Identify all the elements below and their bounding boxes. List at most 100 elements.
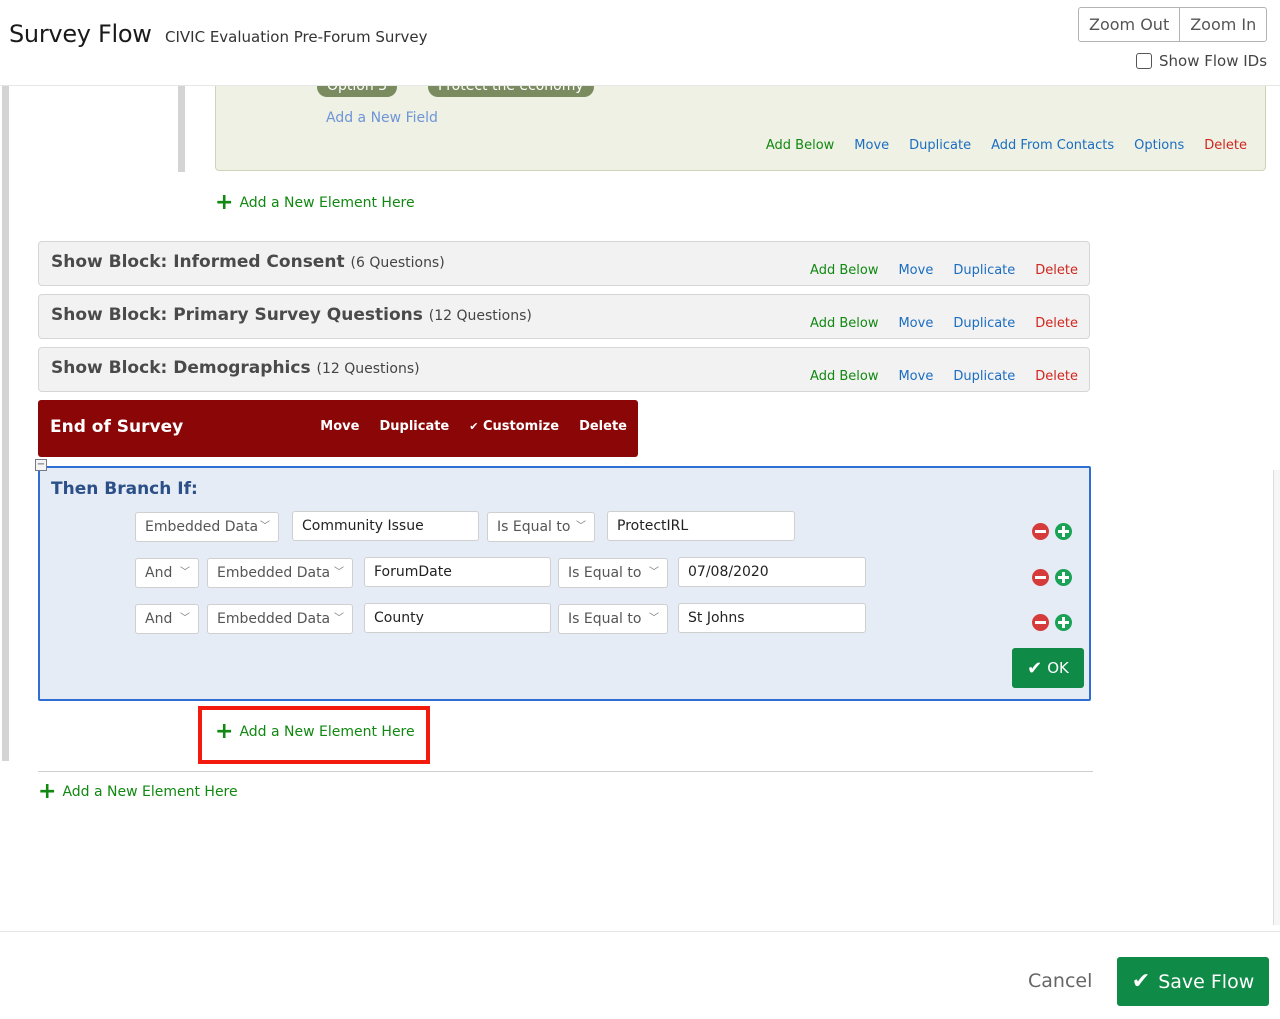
condition-field-input[interactable]: County — [364, 603, 551, 633]
select-value: And — [145, 565, 173, 581]
condition-field-input[interactable]: Community Issue — [292, 511, 479, 541]
delete-link[interactable]: Delete — [1035, 316, 1078, 331]
ok-button[interactable]: ✔ OK — [1012, 648, 1084, 688]
vertical-scrollbar[interactable] — [1273, 470, 1280, 925]
customize-link[interactable]: ✔ Customize — [469, 419, 559, 434]
add-new-element-label: Add a New Element Here — [239, 195, 415, 211]
save-flow-button[interactable]: ✔ Save Flow — [1117, 957, 1269, 1006]
move-link[interactable]: Move — [320, 419, 359, 434]
show-block-informed-consent[interactable]: Show Block: Informed Consent (6 Question… — [38, 241, 1090, 286]
block-question-count: (12 Questions) — [316, 361, 420, 377]
flow-connector-line-inner — [178, 86, 185, 172]
options-link[interactable]: Options — [1134, 138, 1184, 153]
condition-source-select[interactable]: Embedded Data ﹀ — [207, 558, 353, 588]
zoom-in-button[interactable]: Zoom In — [1179, 8, 1266, 41]
block-title: Show Block: Primary Survey Questions — [51, 305, 423, 325]
select-value: Is Equal to — [497, 519, 571, 535]
condition-source-select[interactable]: Embedded Data ﹀ — [207, 604, 353, 634]
block-question-count: (6 Questions) — [350, 255, 445, 271]
add-below-link[interactable]: Add Below — [810, 316, 878, 331]
select-value: Is Equal to — [568, 611, 642, 627]
add-condition-icon[interactable] — [1055, 614, 1072, 631]
chevron-down-icon: ﹀ — [334, 613, 344, 624]
end-of-survey-title: End of Survey — [50, 417, 184, 437]
condition-field-input[interactable]: ForumDate — [364, 557, 551, 587]
page-title: Survey Flow — [9, 20, 152, 48]
move-link[interactable]: Move — [898, 316, 933, 331]
select-value: Is Equal to — [568, 565, 642, 581]
select-value: Embedded Data — [217, 611, 331, 627]
select-value: Embedded Data — [145, 519, 259, 535]
duplicate-link[interactable]: Duplicate — [379, 419, 449, 434]
select-value: Embedded Data — [217, 565, 331, 581]
plus-icon: + — [38, 779, 57, 804]
chevron-down-icon: ﹀ — [649, 567, 659, 578]
block-title: Show Block: Informed Consent — [51, 252, 345, 272]
survey-name: CIVIC Evaluation Pre-Forum Survey — [165, 28, 428, 46]
show-block-demographics[interactable]: Show Block: Demographics (12 Questions) … — [38, 347, 1090, 392]
remove-condition-icon[interactable] — [1032, 569, 1049, 586]
condition-value-input[interactable]: 07/08/2020 — [678, 557, 866, 587]
move-link[interactable]: Move — [898, 263, 933, 278]
embedded-field-name[interactable]: Option 3 — [317, 86, 398, 97]
add-new-element-link[interactable]: + Add a New Element Here — [215, 190, 415, 215]
block-actions: Add Below Move Duplicate Delete — [810, 369, 1078, 384]
embedded-data-actions: Add Below Move Duplicate Add From Contac… — [766, 138, 1247, 153]
end-of-survey-element[interactable]: End of Survey Move Duplicate ✔ Customize… — [38, 400, 638, 457]
equals-sign: = — [406, 86, 417, 92]
delete-link[interactable]: Delete — [1204, 138, 1247, 153]
chevron-down-icon: ﹀ — [180, 567, 190, 578]
delete-link[interactable]: Delete — [1035, 369, 1078, 384]
zoom-controls: Zoom Out Zoom In — [1078, 7, 1268, 42]
add-below-link[interactable]: Add Below — [766, 138, 834, 153]
conjunction-select[interactable]: And ﹀ — [135, 558, 199, 588]
add-new-element-label: Add a New Element Here — [239, 724, 415, 740]
chevron-down-icon: ﹀ — [334, 567, 344, 578]
duplicate-link[interactable]: Duplicate — [953, 263, 1015, 278]
condition-operator-select[interactable]: Is Equal to ﹀ — [487, 512, 595, 542]
show-flow-ids-checkbox[interactable] — [1136, 53, 1152, 69]
show-flow-ids-toggle[interactable]: Show Flow IDs — [1136, 52, 1267, 70]
divider — [38, 771, 1093, 772]
add-condition-icon[interactable] — [1055, 523, 1072, 540]
remove-condition-icon[interactable] — [1032, 523, 1049, 540]
chevron-down-icon: ﹀ — [649, 613, 659, 624]
check-icon: ✔ — [1131, 969, 1151, 994]
flow-canvas: Option 3 = Protect the economy Add a New… — [0, 86, 1280, 931]
add-new-element-label: Add a New Element Here — [62, 784, 238, 800]
add-below-link[interactable]: Add Below — [810, 263, 878, 278]
condition-operator-select[interactable]: Is Equal to ﹀ — [558, 558, 668, 588]
move-link[interactable]: Move — [854, 138, 889, 153]
delete-link[interactable]: Delete — [1035, 263, 1078, 278]
block-actions: Add Below Move Duplicate Delete — [810, 263, 1078, 278]
add-new-element-link-root[interactable]: + Add a New Element Here — [38, 779, 238, 804]
collapse-toggle-icon[interactable]: − — [35, 459, 47, 471]
zoom-out-button[interactable]: Zoom Out — [1079, 8, 1179, 41]
move-link[interactable]: Move — [898, 369, 933, 384]
add-new-field-link[interactable]: Add a New Field — [326, 110, 438, 126]
add-new-element-link-branch[interactable]: + Add a New Element Here — [215, 721, 415, 743]
page-header: Survey Flow CIVIC Evaluation Pre-Forum S… — [0, 0, 1280, 86]
cancel-button[interactable]: Cancel — [1028, 970, 1092, 992]
duplicate-link[interactable]: Duplicate — [953, 369, 1015, 384]
add-below-link[interactable]: Add Below — [810, 369, 878, 384]
add-from-contacts-link[interactable]: Add From Contacts — [991, 138, 1114, 153]
add-condition-icon[interactable] — [1055, 569, 1072, 586]
select-value: And — [145, 611, 173, 627]
check-icon: ✔ — [469, 420, 479, 433]
branch-title: Then Branch If: — [51, 479, 198, 499]
duplicate-link[interactable]: Duplicate — [953, 316, 1015, 331]
embedded-field-value[interactable]: Protect the economy — [428, 86, 594, 97]
block-title: Show Block: Demographics — [51, 358, 311, 378]
condition-source-select[interactable]: Embedded Data ﹀ — [135, 512, 279, 542]
remove-condition-icon[interactable] — [1032, 614, 1049, 631]
plus-icon: + — [215, 190, 234, 215]
conjunction-select[interactable]: And ﹀ — [135, 604, 199, 634]
delete-link[interactable]: Delete — [579, 419, 627, 434]
ok-label: OK — [1047, 659, 1069, 677]
duplicate-link[interactable]: Duplicate — [909, 138, 971, 153]
condition-value-input[interactable]: ProtectIRL — [607, 511, 795, 541]
condition-operator-select[interactable]: Is Equal to ﹀ — [558, 604, 668, 634]
condition-value-input[interactable]: St Johns — [678, 603, 866, 633]
show-block-primary-survey-questions[interactable]: Show Block: Primary Survey Questions (12… — [38, 294, 1090, 339]
